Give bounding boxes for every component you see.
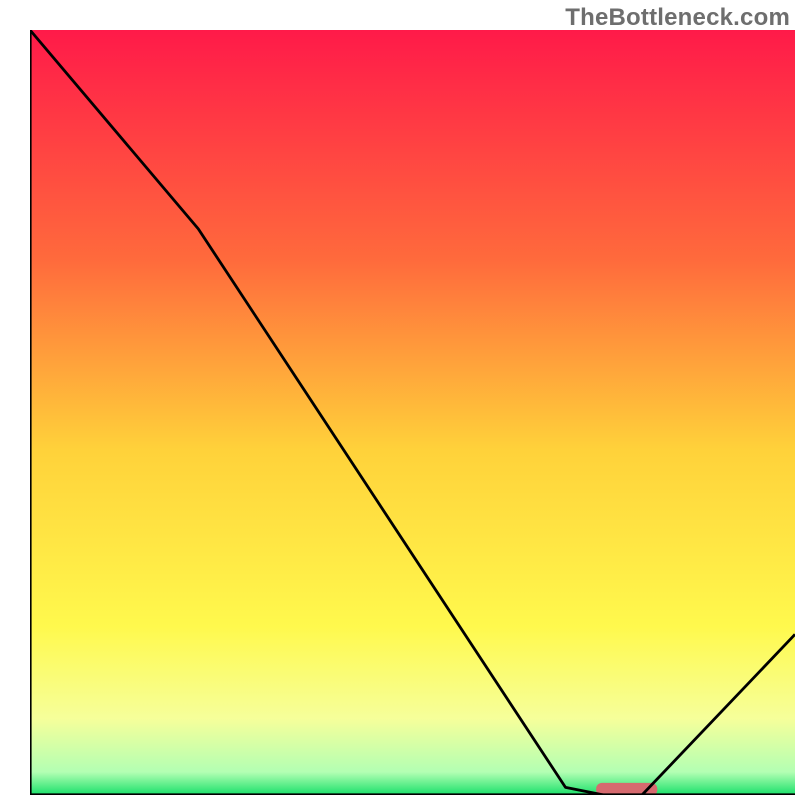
plot-svg [30,30,795,795]
chart-background [30,30,795,795]
chart-frame: TheBottleneck.com [0,0,800,800]
watermark-text: TheBottleneck.com [565,4,790,32]
plot-area [30,30,795,795]
